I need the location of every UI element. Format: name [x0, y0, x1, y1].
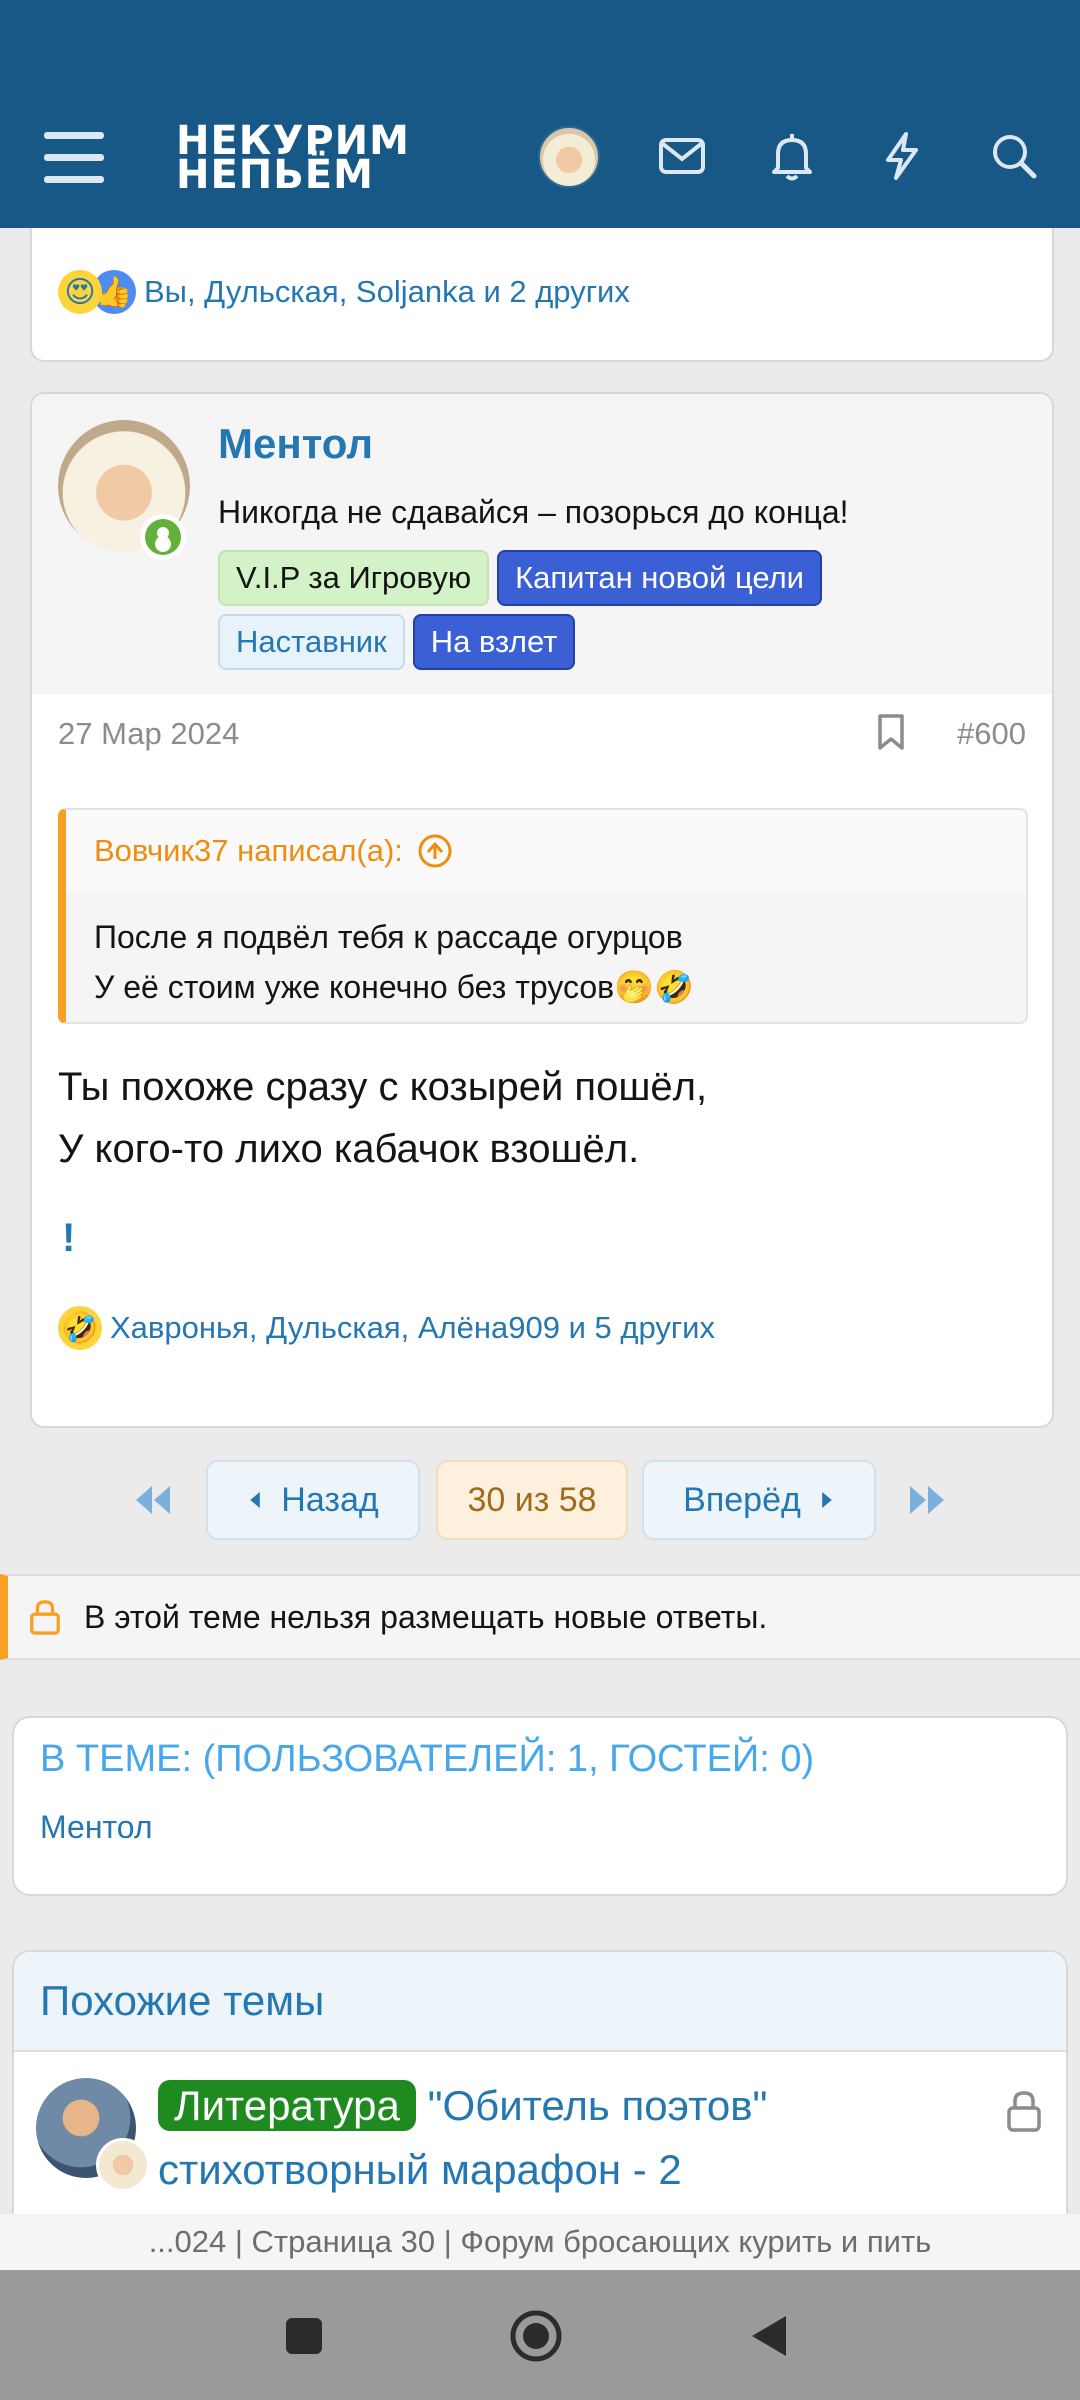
search-icon[interactable] [986, 128, 1042, 184]
post-user-info: Ментол Никогда не сдавайся – позорься до… [32, 394, 1052, 694]
user-banners: V.I.P за Игровую Капитан новой цели Наст… [218, 550, 918, 670]
exclamation-mark: ! [62, 1216, 76, 1260]
quote-header[interactable]: Вовчик37 написал(а): [66, 810, 1026, 892]
quote-line: У её стоим уже конечно без трусов🤭🤣 [94, 969, 694, 1005]
thread-item[interactable]: Литература "Обитель поэтов" стихотворный… [14, 2052, 1066, 2202]
avatar[interactable] [538, 126, 600, 188]
lock-icon [1004, 2088, 1044, 2134]
site-logo[interactable]: НЕКУРИМ НЕПЬЁМ [176, 121, 410, 195]
next-page-button[interactable]: Вперёд [642, 1460, 876, 1540]
bell-icon[interactable] [764, 128, 820, 184]
quote-block: Вовчик37 написал(а): После я подвёл тебя… [58, 808, 1028, 1024]
previous-post: 😍 👍 Вы, Дульская, Soljanka и 2 других [30, 228, 1054, 362]
bolt-icon[interactable] [874, 128, 930, 184]
bookmark-icon[interactable] [874, 712, 908, 752]
last-poster-avatar[interactable] [96, 2138, 150, 2192]
thread-prefix[interactable]: Литература [158, 2080, 416, 2131]
message-line: У кого-то лихо кабачок взошёл. [58, 1127, 640, 1171]
home-icon[interactable] [508, 2308, 564, 2364]
user-title: Никогда не сдавайся – позорься до конца! [218, 494, 849, 530]
reactions-text[interactable]: Хавронья, Дульская, Алёна909 и 5 других [110, 1310, 715, 1346]
similar-threads-block: Похожие темы Литература "Обитель поэтов"… [12, 1950, 1068, 2250]
back-icon[interactable] [742, 2308, 798, 2364]
post-number[interactable]: #600 [957, 716, 1026, 752]
post-message: Ты похоже сразу с козырей пошёл, У кого-… [58, 1056, 707, 1180]
post-username[interactable]: Ментол [218, 420, 373, 468]
notice-text: В этой теме нельзя размещать новые ответ… [84, 1598, 768, 1635]
message-line: Ты похоже сразу с козырей пошёл, [58, 1065, 708, 1109]
caret-left-icon [250, 1492, 261, 1508]
post-600: Ментол Никогда не сдавайся – позорься до… [30, 392, 1054, 1428]
last-page-icon[interactable] [906, 1480, 950, 1520]
online-user-link[interactable]: Ментол [14, 1801, 1066, 1854]
pagination: Назад 30 из 58 Вперёд [0, 1460, 1080, 1540]
next-label: Вперёд [683, 1480, 801, 1519]
page-title-strip: ...024 | Страница 30 | Форум бросающих к… [0, 2214, 1080, 2270]
prev-label: Назад [281, 1480, 379, 1519]
caret-right-icon [822, 1492, 832, 1508]
heart-eyes-emoji: 😍 [58, 270, 102, 314]
current-page-button[interactable]: 30 из 58 [436, 1460, 628, 1540]
similar-title: Похожие темы [14, 1952, 1066, 2052]
recents-icon[interactable] [276, 2308, 332, 2364]
reactions-bar[interactable]: 😍 👍 Вы, Дульская, Soljanka и 2 других [58, 270, 630, 314]
system-nav-bar [0, 2270, 1080, 2400]
first-page-icon[interactable] [130, 1480, 174, 1520]
post-reactions-bar[interactable]: 🤣 Хавронья, Дульская, Алёна909 и 5 други… [58, 1306, 715, 1350]
arrow-up-circle-icon[interactable] [417, 833, 453, 869]
prev-page-button[interactable]: Назад [206, 1460, 420, 1540]
laughing-emoji: 🤣 [58, 1306, 102, 1350]
thread-title[interactable]: Литература "Обитель поэтов" стихотворный… [158, 2074, 988, 2202]
in-thread-title: В ТЕМЕ: (ПОЛЬЗОВАТЕЛЕЙ: 1, ГОСТЕЙ: 0) [40, 1738, 815, 1780]
in-thread-block: В ТЕМЕ: (ПОЛЬЗОВАТЕЛЕЙ: 1, ГОСТЕЙ: 0) Ме… [12, 1716, 1068, 1896]
mail-icon[interactable] [654, 128, 710, 184]
banner-takeoff: На взлет [412, 614, 576, 670]
banner-captain: Капитан новой цели [497, 550, 822, 606]
top-bar: НЕКУРИМ НЕПЬЁМ [0, 0, 1080, 228]
quote-line: После я подвёл тебя к рассаде огурцов [94, 919, 683, 955]
menu-icon[interactable] [44, 132, 104, 184]
lock-icon [30, 1600, 60, 1635]
banner-mentor: Наставник [218, 614, 405, 670]
reactions-text[interactable]: Вы, Дульская, Soljanka и 2 других [144, 274, 630, 310]
quote-author[interactable]: Вовчик37 написал(а): [94, 833, 403, 869]
online-status-icon [140, 514, 186, 560]
banner-vip: V.I.P за Игровую [218, 550, 490, 606]
quote-body: После я подвёл тебя к рассаде огурцов У … [66, 892, 1026, 1022]
locked-thread-notice: В этой теме нельзя размещать новые ответ… [0, 1574, 1080, 1660]
post-date[interactable]: 27 Мар 2024 [58, 716, 239, 752]
